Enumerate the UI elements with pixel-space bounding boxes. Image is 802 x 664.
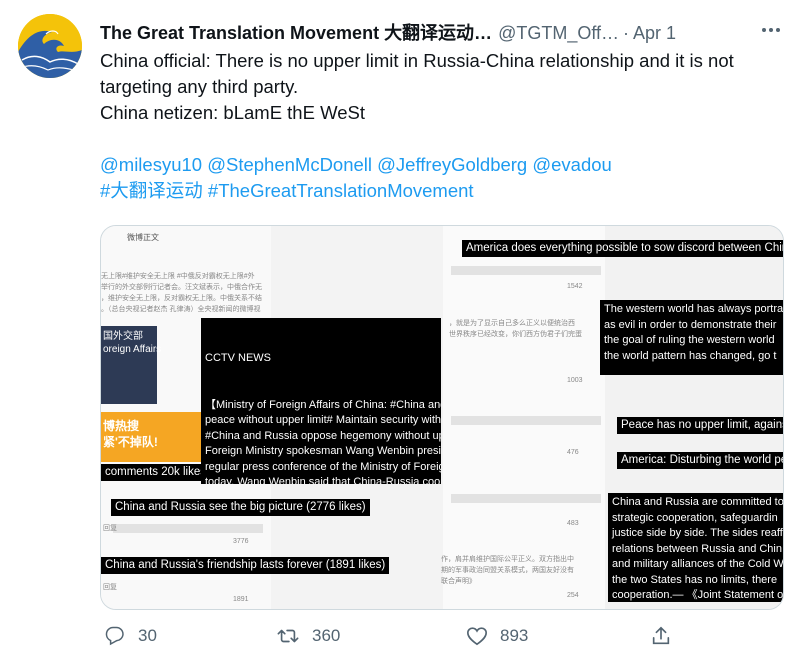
gray-bar (451, 416, 601, 425)
cctv-text: 【Ministry of Foreign Affairs of China: #… (205, 398, 441, 485)
hot-search-banner: 博热搜 紧'不掉队! (101, 412, 201, 462)
like-count-small: 1003 (567, 377, 583, 384)
reply-label: 回复 (103, 525, 117, 532)
reply-count: 30 (138, 626, 157, 645)
caption-peace: Peace has no upper limit, against (617, 417, 783, 434)
like-count-small: 476 (567, 449, 579, 456)
share-button[interactable] (650, 625, 684, 647)
gray-bar (113, 524, 263, 533)
cn-snippet-left: 无上限#维护安全无上限 #中俄反对霸权无上限#外 举行的外交部例行记者会。汪文斌… (101, 273, 262, 313)
hashtag-links[interactable]: #大翻译运动 #TheGreatTranslationMovement (100, 178, 790, 204)
tweet-actions: 30 360 893 (0, 625, 802, 655)
reply-button[interactable]: 30 (104, 625, 157, 647)
display-name[interactable]: The Great Translation Movement 大翻译运动… (100, 23, 492, 43)
foreign-affairs-label: 国外交部 oreign Affairs (103, 331, 162, 355)
caption-western-world: The western world has always portray as … (600, 300, 783, 375)
avatar[interactable] (18, 14, 82, 78)
dot-separator: · (623, 23, 630, 43)
retweet-count: 360 (312, 626, 341, 645)
tweet-media-image[interactable]: 微博正文 无上限#维护安全无上限 #中俄反对霸权无上限#外 举行的外交部例行记者… (100, 225, 784, 610)
foreign-affairs-thumb: 国外交部 oreign Affairs (101, 326, 162, 404)
more-options-icon[interactable] (759, 18, 783, 42)
caption-joint-statement: China and Russia are committed to strate… (608, 493, 783, 602)
cn-snippet-bottom: 作，肩并肩维护国际公平正义。双方指出中 期的军事政治同盟关系模式，两国友好没有 … (441, 556, 574, 585)
tweet-date[interactable]: Apr 1 (633, 23, 676, 43)
hot-search-text: 博热搜 紧'不掉队! (103, 419, 158, 449)
like-count-small: 1891 (233, 596, 249, 603)
gray-bar (451, 494, 601, 503)
caption-disturbing: America: Disturbing the world pe (617, 452, 783, 469)
caption-big-picture: China and Russia see the big picture (27… (111, 499, 370, 516)
cctv-title: CCTV NEWS (205, 352, 271, 364)
tweet-header: The Great Translation Movement 大翻译运动… @TG… (100, 19, 676, 45)
caption-america-discord: America does everything possible to sow … (462, 240, 783, 257)
cn-snippet-middle: ，就是为了显示自己多么正义以便统治西 世界秩序已经改变，你们西方伪君子们完蛋 (449, 320, 582, 338)
retweet-button[interactable]: 360 (276, 625, 340, 647)
gray-bar (451, 266, 601, 275)
tweet-line-netizen: China netizen: bLamE thE WeSt (100, 102, 365, 123)
caption-friendship: China and Russia's friendship lasts fore… (101, 557, 390, 574)
cctv-caption-block: CCTV NEWS 【Ministry of Foreign Affairs o… (201, 318, 441, 484)
user-handle[interactable]: @TGTM_Off… (498, 23, 619, 43)
tweet-text: China official: There is no upper limit … (100, 48, 790, 204)
like-count-small: 1542 (567, 283, 583, 290)
mention-links[interactable]: @milesyu10 @StephenMcDonell @JeffreyGold… (100, 152, 790, 178)
heart-icon (467, 627, 487, 646)
comments-likes-caption: comments 20k likes (101, 464, 210, 481)
like-count: 893 (500, 626, 529, 645)
weibo-header: 微博正文 (127, 233, 159, 242)
retweet-icon (277, 629, 299, 643)
reply-icon (105, 626, 124, 646)
like-button[interactable]: 893 (466, 625, 528, 647)
like-count-small: 483 (567, 520, 579, 527)
tweet-line-official: China official: There is no upper limit … (100, 50, 734, 97)
wave-logo-icon (18, 14, 82, 78)
like-count-small: 254 (567, 592, 579, 599)
reply-label: 回复 (103, 584, 117, 591)
like-count-small: 3776 (233, 538, 249, 545)
share-icon (652, 626, 670, 645)
